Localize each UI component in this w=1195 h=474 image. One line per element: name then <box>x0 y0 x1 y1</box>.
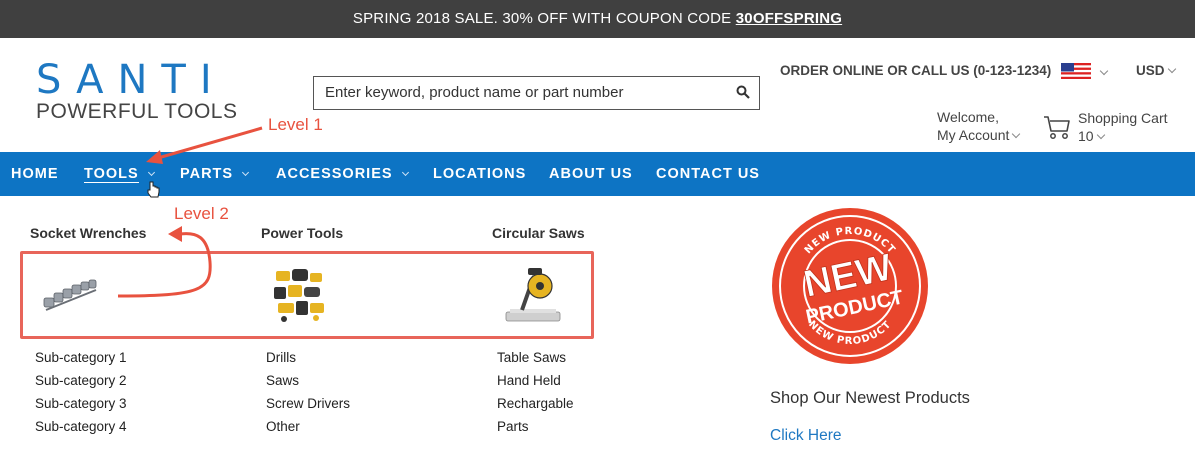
cart-count: 10 <box>1078 128 1094 144</box>
chevron-down-icon <box>1167 64 1176 74</box>
annotation-level-2: Level 2 <box>174 204 229 223</box>
chevron-down-icon <box>401 168 409 177</box>
nav-item-parts[interactable]: PARTS <box>180 152 250 196</box>
logo-main-text: SANTI <box>36 57 226 103</box>
nav-item-label: ACCESSORIES <box>276 166 393 182</box>
promo-text: SPRING 2018 SALE. 30% OFF WITH COUPON CO… <box>352 10 736 27</box>
nav-item-accessories[interactable]: ACCESSORIES <box>276 152 409 196</box>
menu-link[interactable]: Saws <box>266 373 299 388</box>
logo-tagline: POWERFUL TOOLS <box>36 100 238 123</box>
menu-column-title-socket-wrenches[interactable]: Socket Wrenches <box>30 225 146 241</box>
socket-wrench-set-image[interactable] <box>40 276 102 314</box>
logo[interactable]: SANTI POWERFUL TOOLS <box>36 57 238 124</box>
chevron-down-icon <box>1012 129 1021 139</box>
nav-item-contact-us[interactable]: CONTACT US <box>656 152 760 196</box>
cart-label: Shopping Cart <box>1078 110 1168 126</box>
menu-link[interactable]: Drills <box>266 350 296 365</box>
shopping-cart[interactable]: Shopping Cart 10 <box>1078 109 1168 145</box>
menu-link[interactable]: Rechargable <box>497 396 574 411</box>
nav-item-home[interactable]: HOME <box>11 152 59 196</box>
click-here-link[interactable]: Click Here <box>770 427 841 445</box>
new-product-stamp[interactable]: NEW PRODUCT NEW PRODUCT NEW PRODUCT <box>768 204 932 368</box>
menu-link[interactable]: Sub-category 3 <box>35 396 127 411</box>
menu-column-title-circular-saws[interactable]: Circular Saws <box>492 225 585 241</box>
currency-label: USD <box>1136 63 1165 78</box>
chevron-down-icon <box>1096 130 1105 140</box>
nav-item-label: LOCATIONS <box>433 166 527 182</box>
my-account-link[interactable]: My Account <box>937 127 1009 143</box>
nav-item-label: CONTACT US <box>656 166 760 182</box>
menu-link[interactable]: Hand Held <box>497 373 561 388</box>
chevron-down-icon <box>147 168 155 177</box>
chevron-down-icon <box>242 168 250 177</box>
search-icon[interactable] <box>736 85 750 99</box>
menu-link[interactable]: Parts <box>497 419 529 434</box>
main-nav: HOME TOOLS PARTS ACCESSORIES LOCATIONS A… <box>0 152 1195 196</box>
account-menu[interactable]: Welcome, My Account <box>937 108 1021 144</box>
chevron-down-icon[interactable] <box>1099 66 1109 76</box>
nav-item-label: TOOLS <box>84 166 139 183</box>
featured-title: Shop Our Newest Products <box>770 389 970 407</box>
welcome-text: Welcome, <box>937 109 999 125</box>
menu-link[interactable]: Sub-category 4 <box>35 419 127 434</box>
nav-item-label: HOME <box>11 166 59 182</box>
search-input[interactable] <box>314 77 714 107</box>
menu-link[interactable]: Sub-category 1 <box>35 350 127 365</box>
us-flag-icon[interactable] <box>1061 63 1091 79</box>
menu-link[interactable]: Table Saws <box>497 350 566 365</box>
menu-column-title-power-tools[interactable]: Power Tools <box>261 225 343 241</box>
menu-link[interactable]: Sub-category 2 <box>35 373 127 388</box>
coupon-code[interactable]: 30OFFSPRING <box>736 10 842 27</box>
power-tools-set-image[interactable] <box>270 265 330 325</box>
nav-item-tools[interactable]: TOOLS <box>84 152 155 196</box>
search-box <box>313 76 760 110</box>
arrowhead-icon <box>168 226 182 242</box>
promo-bar: SPRING 2018 SALE. 30% OFF WITH COUPON CO… <box>0 0 1195 38</box>
annotation-level-1: Level 1 <box>268 115 323 134</box>
order-phone-line: ORDER ONLINE OR CALL US (0-123-1234) <box>780 63 1052 78</box>
menu-link[interactable]: Screw Drivers <box>266 396 350 411</box>
nav-item-label: ABOUT US <box>549 166 633 182</box>
menu-link[interactable]: Other <box>266 419 300 434</box>
nav-item-locations[interactable]: LOCATIONS <box>433 152 526 196</box>
shopping-cart-icon[interactable] <box>1042 112 1072 142</box>
nav-item-label: PARTS <box>180 166 234 182</box>
currency-selector[interactable]: USD <box>1136 63 1176 78</box>
miter-saw-image[interactable] <box>500 262 564 326</box>
nav-item-about-us[interactable]: ABOUT US <box>549 152 633 196</box>
